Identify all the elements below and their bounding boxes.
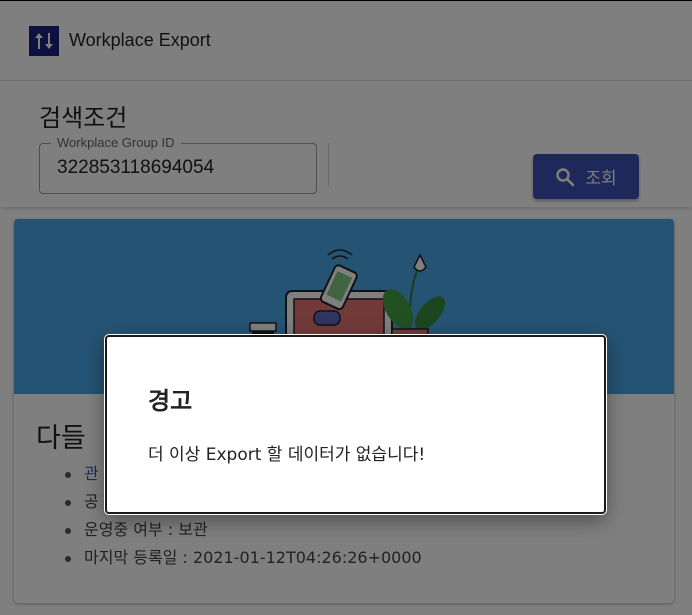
alert-dialog: 경고 더 이상 Export 할 데이터가 없습니다! <box>105 335 606 514</box>
dialog-title: 경고 <box>148 387 193 415</box>
dialog-message: 더 이상 Export 할 데이터가 없습니다! <box>148 445 426 465</box>
modal-backdrop[interactable] <box>0 0 692 615</box>
